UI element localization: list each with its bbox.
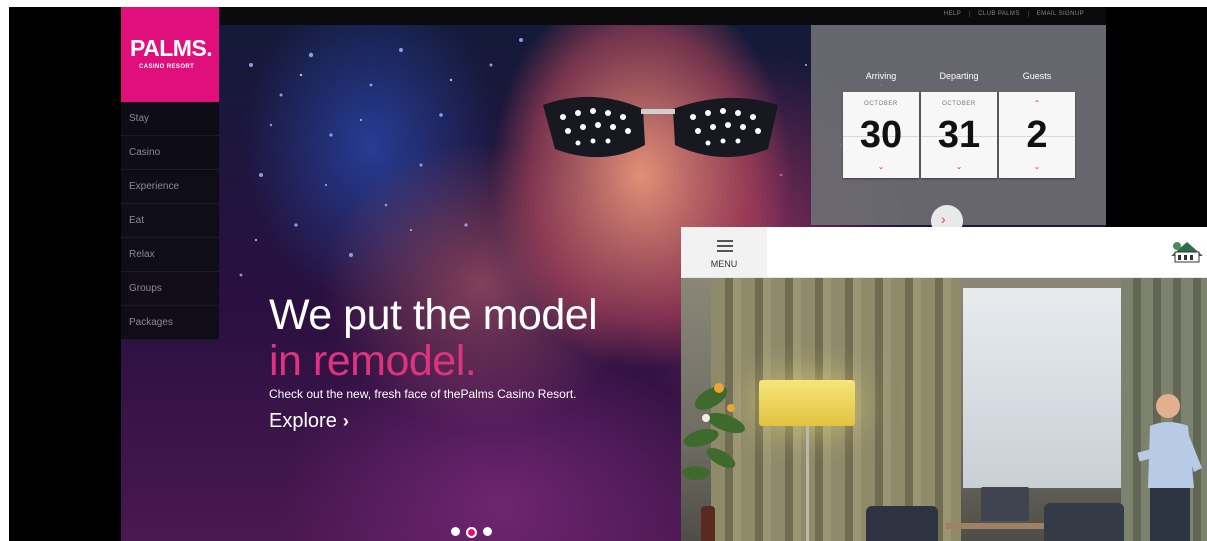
guests-stepper[interactable]: ⌃ 2 ⌄ (999, 92, 1075, 178)
nav-item-stay[interactable]: Stay (121, 102, 219, 136)
hamburger-icon (717, 240, 733, 255)
chair-left (866, 506, 938, 541)
top-link-email-signup[interactable]: EMAIL SIGNUP (1027, 11, 1092, 17)
guests-label: Guests (1022, 71, 1052, 81)
chevron-up-icon[interactable]: ⌃ (999, 99, 1075, 108)
nav-item-eat[interactable]: Eat (121, 204, 219, 238)
hotel-logo-icon[interactable] (1169, 236, 1205, 264)
hotel-header: MENU K (681, 227, 1207, 278)
hero-subline: Check out the new, fresh face of thePalm… (269, 387, 577, 401)
arriving-day: 30 (859, 114, 903, 156)
chevron-down-icon[interactable]: ⌄ (999, 162, 1075, 171)
person-graphic (1137, 394, 1202, 541)
departing-month: OCTOBER (942, 101, 976, 107)
hero-headline-line2: in remodel. (269, 337, 477, 385)
arriving-label: Arriving (865, 71, 897, 81)
sunglasses-graphic (543, 96, 778, 158)
nav-list: Stay Casino Experience Eat Relax Groups … (121, 102, 219, 340)
nav-item-groups[interactable]: Groups (121, 272, 219, 306)
nav-item-casino[interactable]: Casino (121, 136, 219, 170)
menu-label: MENU (710, 259, 738, 269)
nav-item-packages[interactable]: Packages (121, 306, 219, 340)
slide-indicators (451, 527, 492, 538)
wine-bottle (701, 506, 715, 541)
lamp-pole (806, 426, 809, 541)
slide-dot-2[interactable] (466, 527, 477, 538)
top-link-club-palms[interactable]: CLUB PALMS (969, 11, 1028, 17)
laptop (981, 487, 1029, 521)
screenshot-frame: HELP CLUB PALMS EMAIL SIGNUP PALMS. CASI… (9, 7, 1207, 541)
window (963, 288, 1123, 488)
logo-tagline: CASINO RESORT (139, 64, 195, 70)
chevron-right-icon: › (342, 411, 349, 431)
departing-date-picker[interactable]: OCTOBER 31 ⌄ (921, 92, 997, 178)
top-link-help[interactable]: HELP (936, 11, 969, 17)
chevron-down-icon[interactable]: ⌄ (921, 162, 997, 171)
booking-widget: Arriving OCTOBER 30 ⌄ Departing OCTOBER … (811, 25, 1106, 237)
guests-value: 2 (1026, 114, 1048, 156)
palms-logo[interactable]: PALMS. CASINO RESORT (121, 7, 219, 102)
nav-item-experience[interactable]: Experience (121, 170, 219, 204)
arriving-month: OCTOBER (864, 101, 898, 107)
side-navigation: PALMS. CASINO RESORT Stay Casino Experie… (121, 7, 219, 340)
chair-right (1044, 503, 1124, 541)
top-bar: HELP CLUB PALMS EMAIL SIGNUP (121, 7, 1106, 25)
chevron-right-icon: › (941, 211, 946, 227)
hotel-room-photo (681, 278, 1207, 541)
hotel-site-overlay: MENU K (681, 227, 1207, 541)
hero-headline-line1: We put the model (269, 291, 598, 339)
arriving-date-picker[interactable]: OCTOBER 30 ⌄ (843, 92, 919, 178)
top-links: HELP CLUB PALMS EMAIL SIGNUP (936, 11, 1092, 17)
nav-item-relax[interactable]: Relax (121, 238, 219, 272)
chevron-down-icon[interactable]: ⌄ (843, 162, 919, 171)
explore-label: Explore (269, 410, 337, 432)
menu-button[interactable]: MENU (681, 227, 767, 277)
slide-dot-1[interactable] (451, 527, 460, 536)
explore-link[interactable]: Explore › (269, 410, 349, 433)
plant-graphic (682, 383, 745, 480)
slide-dot-3[interactable] (483, 527, 492, 536)
departing-day: 31 (937, 114, 981, 156)
floor-lamp (759, 380, 855, 426)
logo-name: PALMS. (130, 35, 213, 61)
departing-label: Departing (939, 71, 979, 81)
